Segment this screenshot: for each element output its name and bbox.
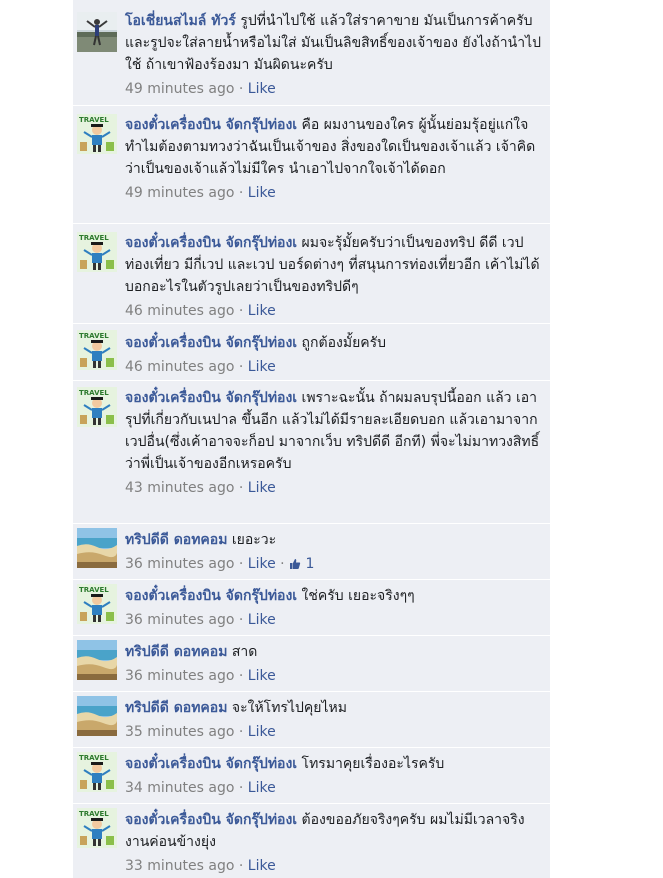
comment-author[interactable]: ทริปดีดี ดอทคอม xyxy=(125,532,227,548)
comment-text: ใช่ครับ เยอะจริงๆๆ xyxy=(301,588,415,604)
comment-text: เยอะวะ xyxy=(231,532,277,548)
comment-meta: 33 minutes ago · Like xyxy=(125,858,276,874)
comment-timestamp[interactable]: 34 minutes ago xyxy=(125,780,234,796)
comment-timestamp[interactable]: 43 minutes ago xyxy=(125,480,234,496)
person-photo-icon xyxy=(77,12,117,52)
like-link[interactable]: Like xyxy=(248,668,276,684)
svg-text:TRAVEL: TRAVEL xyxy=(79,754,109,762)
avatar[interactable]: TRAVEL xyxy=(77,808,117,848)
comment-timestamp[interactable]: 49 minutes ago xyxy=(125,185,234,201)
comment-author[interactable]: จองตั๋วเครื่องบิน จัดกรุ๊ปท่องเ xyxy=(125,588,297,604)
comment-item: TRAVEL จองตั๋วเครื่องบิน จัดกรุ๊ปท่องเ ถ… xyxy=(73,324,550,381)
comment-meta: 49 minutes ago · Like xyxy=(125,185,276,201)
comment-item: โอเชี่ยนสไมล์ ทัวร์ รูปที่นำไปใช้ แล้วใส… xyxy=(73,0,550,106)
comment-meta: 36 minutes ago · Like · 1 xyxy=(125,553,543,577)
like-link[interactable]: Like xyxy=(248,359,276,375)
comment-author[interactable]: จองตั๋วเครื่องบิน จัดกรุ๊ปท่องเ xyxy=(125,812,297,828)
comment-timestamp[interactable]: 33 minutes ago xyxy=(125,858,234,874)
comment-meta: 36 minutes ago · Like xyxy=(125,668,276,684)
avatar[interactable]: TRAVEL xyxy=(77,114,117,154)
travel-cartoon-icon: TRAVEL xyxy=(77,808,117,848)
comment-timestamp[interactable]: 36 minutes ago xyxy=(125,556,234,572)
comment-author[interactable]: จองตั๋วเครื่องบิน จัดกรุ๊ปท่องเ xyxy=(125,117,297,133)
comment-item: ทริปดีดี ดอทคอม เยอะวะ 36 minutes ago · … xyxy=(73,524,550,580)
comment-item: TRAVEL จองตั๋วเครื่องบิน จัดกรุ๊ปท่องเ โ… xyxy=(73,748,550,804)
beach-photo-icon xyxy=(77,640,117,680)
svg-text:TRAVEL: TRAVEL xyxy=(79,810,109,818)
travel-cartoon-icon: TRAVEL xyxy=(77,330,117,370)
like-count[interactable]: 1 xyxy=(306,556,315,572)
avatar[interactable]: TRAVEL xyxy=(77,232,117,272)
comment-timestamp[interactable]: 49 minutes ago xyxy=(125,81,234,97)
like-link[interactable]: Like xyxy=(248,303,276,319)
comment-author[interactable]: จองตั๋วเครื่องบิน จัดกรุ๊ปท่องเ xyxy=(125,390,297,406)
travel-cartoon-icon: TRAVEL xyxy=(77,232,117,272)
comment-item: TRAVEL จองตั๋วเครื่องบิน จัดกรุ๊ปท่องเ ค… xyxy=(73,106,550,224)
travel-cartoon-icon: TRAVEL xyxy=(77,584,117,624)
like-link[interactable]: Like xyxy=(248,612,276,628)
like-link[interactable]: Like xyxy=(248,556,276,572)
like-link[interactable]: Like xyxy=(248,480,276,496)
comment-author[interactable]: ทริปดีดี ดอทคอม xyxy=(125,644,227,660)
comment-timestamp[interactable]: 46 minutes ago xyxy=(125,359,234,375)
comment-text: โทรมาคุยเรื่องอะไรครับ xyxy=(301,756,445,772)
beach-photo-icon xyxy=(77,528,117,568)
comment-author[interactable]: โอเชี่ยนสไมล์ ทัวร์ xyxy=(125,13,236,29)
comment-timestamp[interactable]: 36 minutes ago xyxy=(125,612,234,628)
thumbs-up-icon[interactable] xyxy=(289,555,301,577)
comment-author[interactable]: จองตั๋วเครื่องบิน จัดกรุ๊ปท่องเ xyxy=(125,756,297,772)
svg-text:TRAVEL: TRAVEL xyxy=(79,332,109,340)
comment-item: TRAVEL จองตั๋วเครื่องบิน จัดกรุ๊ปท่องเ ใ… xyxy=(73,580,550,636)
avatar[interactable] xyxy=(77,696,117,736)
like-link[interactable]: Like xyxy=(248,780,276,796)
comment-item: TRAVEL จองตั๋วเครื่องบิน จัดกรุ๊ปท่องเ เ… xyxy=(73,381,550,524)
comment-meta: 34 minutes ago · Like xyxy=(125,780,276,796)
comment-item: ทริปดีดี ดอทคอม จะให้โทรไปคุยไหม 35 minu… xyxy=(73,692,550,748)
avatar[interactable]: TRAVEL xyxy=(77,387,117,427)
comment-item: ทริปดีดี ดอทคอม สาด 36 minutes ago · Lik… xyxy=(73,636,550,692)
avatar[interactable]: TRAVEL xyxy=(77,584,117,624)
travel-cartoon-icon: TRAVEL xyxy=(77,752,117,792)
comment-timestamp[interactable]: 35 minutes ago xyxy=(125,724,234,740)
avatar[interactable]: TRAVEL xyxy=(77,330,117,370)
comment-meta: 46 minutes ago · Like xyxy=(125,303,276,319)
svg-text:TRAVEL: TRAVEL xyxy=(79,116,109,124)
comment-timestamp[interactable]: 46 minutes ago xyxy=(125,303,234,319)
like-link[interactable]: Like xyxy=(248,81,276,97)
comment-meta: 35 minutes ago · Like xyxy=(125,724,276,740)
like-link[interactable]: Like xyxy=(248,185,276,201)
comment-text: ถูกต้องมั้ยครับ xyxy=(301,335,387,351)
comment-author[interactable]: ทริปดีดี ดอทคอม xyxy=(125,700,227,716)
comment-timestamp[interactable]: 36 minutes ago xyxy=(125,668,234,684)
like-link[interactable]: Like xyxy=(248,858,276,874)
svg-text:TRAVEL: TRAVEL xyxy=(79,389,109,397)
like-link[interactable]: Like xyxy=(248,724,276,740)
avatar[interactable]: TRAVEL xyxy=(77,752,117,792)
beach-photo-icon xyxy=(77,696,117,736)
comment-meta: 46 minutes ago · Like xyxy=(125,359,276,375)
comment-meta: 43 minutes ago · Like xyxy=(125,480,276,496)
avatar[interactable] xyxy=(77,12,117,52)
avatar[interactable] xyxy=(77,528,117,568)
svg-text:TRAVEL: TRAVEL xyxy=(79,586,109,594)
comment-author[interactable]: จองตั๋วเครื่องบิน จัดกรุ๊ปท่องเ xyxy=(125,335,297,351)
comment-text: สาด xyxy=(231,644,258,660)
comment-item: TRAVEL จองตั๋วเครื่องบิน จัดกรุ๊ปท่องเ ต… xyxy=(73,804,550,878)
svg-text:TRAVEL: TRAVEL xyxy=(79,234,109,242)
comment-thread: โอเชี่ยนสไมล์ ทัวร์ รูปที่นำไปใช้ แล้วใส… xyxy=(73,0,550,878)
travel-cartoon-icon: TRAVEL xyxy=(77,387,117,427)
avatar[interactable] xyxy=(77,640,117,680)
comment-author[interactable]: จองตั๋วเครื่องบิน จัดกรุ๊ปท่องเ xyxy=(125,235,297,251)
comment-text: จะให้โทรไปคุยไหม xyxy=(231,700,347,716)
travel-cartoon-icon: TRAVEL xyxy=(77,114,117,154)
comment-meta: 49 minutes ago · Like xyxy=(125,81,276,97)
comment-item: TRAVEL จองตั๋วเครื่องบิน จัดกรุ๊ปท่องเ ผ… xyxy=(73,224,550,324)
comment-meta: 36 minutes ago · Like xyxy=(125,612,276,628)
